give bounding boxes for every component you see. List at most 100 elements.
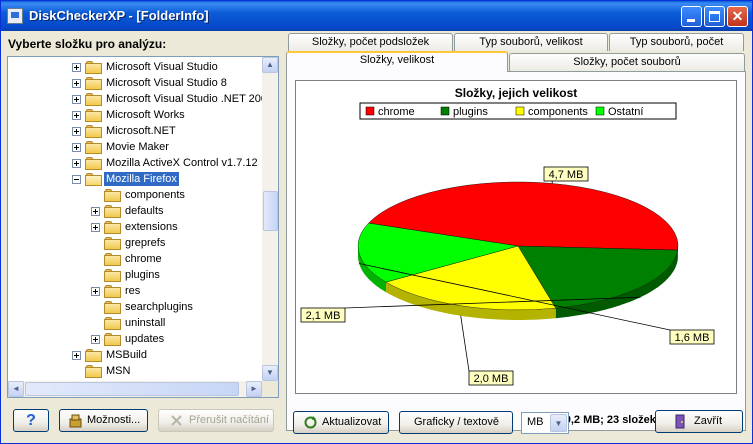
unit-select[interactable]: MB ▼: [521, 412, 569, 434]
folder-icon: [104, 205, 121, 218]
chevron-down-icon[interactable]: ▼: [550, 414, 567, 432]
tree-item-label: searchplugins: [125, 301, 193, 313]
tree-item[interactable]: greprefs: [8, 235, 262, 251]
tree-item[interactable]: chrome: [8, 251, 262, 267]
tree-horizontal-scrollbar[interactable]: ◄ ►: [8, 381, 262, 397]
minimize-button[interactable]: [681, 6, 702, 27]
scroll-corner: [262, 381, 278, 397]
expand-icon[interactable]: [72, 127, 81, 136]
tab-folders-size[interactable]: Složky, velikost: [286, 51, 508, 72]
tree-item[interactable]: Mozilla ActiveX Control v1.7.12: [8, 155, 262, 171]
folder-icon: [85, 77, 102, 90]
minimize-icon: [687, 19, 695, 22]
legend-swatch: [365, 106, 375, 116]
folder-icon: [85, 365, 102, 378]
tab-panel: Složky, jejich velikost chrome plugins com…: [286, 71, 746, 431]
scroll-left-button[interactable]: ◄: [8, 381, 24, 397]
expand-icon[interactable]: [91, 287, 100, 296]
tree-item[interactable]: defaults: [8, 203, 262, 219]
folder-icon: [104, 269, 121, 282]
refresh-label: Aktualizovat: [322, 416, 382, 428]
app-icon: [7, 8, 23, 24]
refresh-button[interactable]: Aktualizovat: [293, 411, 389, 434]
tree-item[interactable]: MSN: [8, 363, 262, 379]
vertical-scroll-thumb[interactable]: [263, 191, 278, 231]
folder-icon: [104, 237, 121, 250]
stop-loading-label: Přerušit načítání: [189, 414, 270, 426]
scroll-up-button[interactable]: ▲: [262, 57, 278, 73]
folder-icon: [104, 221, 121, 234]
expand-icon[interactable]: [72, 159, 81, 168]
help-button[interactable]: ?: [13, 409, 49, 432]
close-label: Zavřít: [694, 415, 723, 427]
tree-item-label: Movie Maker: [106, 141, 169, 153]
tree-item[interactable]: Mozilla Firefox: [8, 171, 262, 187]
tree-vertical-scrollbar[interactable]: ▲ ▼: [262, 57, 278, 381]
tree-item-label: uninstall: [125, 317, 166, 329]
tree-item[interactable]: Microsoft Visual Studio: [8, 59, 262, 75]
graph-text-label: Graficky / textově: [414, 416, 499, 428]
legend-swatch: [440, 106, 450, 116]
options-button[interactable]: Možnosti...: [59, 409, 148, 432]
analysis-tabs: Složky, počet podsložek Typ souborů, vel…: [286, 33, 746, 431]
folder-icon: [85, 61, 102, 74]
legend-entry: Ostatní: [608, 106, 643, 118]
tab-file-types-size[interactable]: Typ souborů, velikost: [454, 33, 608, 51]
tree-item-label: Microsoft Works: [106, 109, 185, 121]
tree-item[interactable]: plugins: [8, 267, 262, 283]
tree-item-label: MSN: [106, 365, 131, 377]
tab-folders-file-count[interactable]: Složky, počet souborů: [509, 53, 745, 71]
tree-item[interactable]: Movie Maker: [8, 139, 262, 155]
close-button[interactable]: Zavřít: [655, 410, 743, 433]
expand-icon[interactable]: [91, 207, 100, 216]
tree-item[interactable]: extensions: [8, 219, 262, 235]
folder-open-icon: [85, 173, 102, 186]
tree-item[interactable]: uninstall: [8, 315, 262, 331]
scroll-right-button[interactable]: ►: [246, 381, 262, 397]
maximize-icon: [709, 11, 720, 22]
expand-icon[interactable]: [72, 111, 81, 120]
tree-item[interactable]: res: [8, 283, 262, 299]
expand-icon[interactable]: [72, 95, 81, 104]
expand-icon[interactable]: [91, 223, 100, 232]
horizontal-scroll-thumb[interactable]: [25, 382, 239, 396]
door-exit-icon: [675, 414, 685, 429]
tree-item[interactable]: Microsoft.NET: [8, 123, 262, 139]
tree-item-label: MSBuild: [106, 349, 147, 361]
close-window-button[interactable]: ✕: [727, 6, 748, 27]
tree-item[interactable]: Microsoft Visual Studio 8: [8, 75, 262, 91]
folder-icon: [104, 189, 121, 202]
tree-item[interactable]: components: [8, 187, 262, 203]
tree-item[interactable]: updates: [8, 331, 262, 347]
folder-icon: [104, 285, 121, 298]
expand-icon[interactable]: [72, 79, 81, 88]
unit-select-value: MB: [527, 416, 544, 428]
expand-icon[interactable]: [72, 63, 81, 72]
expand-icon[interactable]: [91, 335, 100, 344]
tab-file-types-count[interactable]: Typ souborů, počet: [609, 33, 744, 51]
folder-icon: [85, 157, 102, 170]
legend-swatch: [595, 106, 605, 116]
tab-folders-subfolder-count[interactable]: Složky, počet podsložek: [288, 33, 453, 51]
pie-slices: [357, 181, 679, 320]
scroll-down-button[interactable]: ▼: [262, 365, 278, 381]
folder-icon: [104, 301, 121, 314]
folder-select-label: Vyberte složku pro analýzu:: [8, 37, 167, 51]
folder-icon: [85, 349, 102, 362]
tree-item-label: res: [125, 285, 141, 297]
stop-loading-button[interactable]: Přerušit načítání: [158, 409, 274, 432]
folder-icon: [85, 93, 102, 106]
title-bar[interactable]: DiskCheckerXP - [FolderInfo] ✕: [1, 1, 752, 31]
folder-tree[interactable]: Microsoft Visual Studio Microsoft Visual …: [7, 56, 279, 398]
app-window: DiskCheckerXP - [FolderInfo] ✕ Vyberte s…: [0, 0, 753, 444]
maximize-button[interactable]: [704, 6, 725, 27]
expand-icon[interactable]: [72, 351, 81, 360]
collapse-icon[interactable]: [72, 175, 81, 184]
tree-item[interactable]: searchplugins: [8, 299, 262, 315]
tree-item[interactable]: Microsoft Works: [8, 107, 262, 123]
tree-item[interactable]: MSBuild: [8, 347, 262, 363]
graph-text-toggle-button[interactable]: Graficky / textově: [399, 411, 513, 434]
expand-icon[interactable]: [72, 143, 81, 152]
tree-item[interactable]: Microsoft Visual Studio .NET 200: [8, 91, 262, 107]
tree-item-label: plugins: [125, 269, 160, 281]
